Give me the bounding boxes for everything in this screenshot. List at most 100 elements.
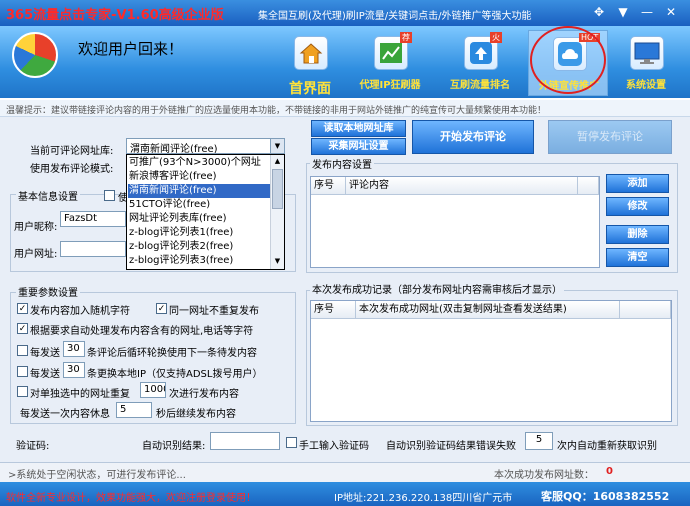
- captcha-fail-post: 次内自动重新获取识别: [557, 441, 657, 452]
- col-extra-header: [620, 301, 671, 319]
- welcome-text: 欢迎用户回来！: [78, 40, 184, 58]
- pause-publish-button[interactable]: 暂停发布评论: [548, 120, 672, 154]
- col-index-header: 序号: [311, 177, 346, 195]
- move-icon[interactable]: ✥: [590, 4, 608, 20]
- app-slogan: 集全国互刷(及代理)刷IP流量/关键词点击/外链推广等强大功能: [258, 11, 532, 22]
- rotate-count-input[interactable]: 30: [63, 341, 85, 357]
- nav-badge: 火: [490, 32, 502, 43]
- scroll-up-icon[interactable]: ▲: [272, 156, 283, 167]
- read-local-library-button[interactable]: 读取本地网址库: [311, 120, 406, 137]
- site-library-dropdown: 可推广(93个N>3000)个网址 新浪博客评论(free) 渭南新闻评论(fr…: [126, 154, 285, 270]
- dropdown-item-selected[interactable]: 渭南新闻评论(free): [128, 184, 273, 198]
- col-index-header: 序号: [311, 301, 356, 319]
- logo-pie-icon: [12, 32, 58, 78]
- add-button[interactable]: 添加: [606, 174, 669, 193]
- change-ip-post: 条更换本地IP（仅支持ADSL拨号用户）: [87, 369, 263, 380]
- nav-badge: 荐: [400, 32, 412, 43]
- rotate-content-pre: 每发送: [30, 348, 60, 359]
- col-url-header: 本次发布成功网址(双击复制网址查看发送结果): [356, 301, 620, 319]
- mode-label: 使用发布评论模式:: [30, 164, 114, 175]
- close-icon[interactable]: ✕: [662, 4, 680, 20]
- nav-label: 互刷流量排名: [450, 80, 510, 91]
- footer-slogan: 软件全新专业设计，效果功能强大，欢迎注册登录使用！: [6, 493, 256, 504]
- start-publish-button[interactable]: 开始发布评论: [412, 120, 534, 154]
- random-chars-checkbox[interactable]: ✓: [17, 303, 28, 314]
- dropdown-item[interactable]: 可推广(93个N>3000)个网址: [128, 156, 273, 170]
- dropdown-item[interactable]: 网址评论列表库(free): [128, 212, 273, 226]
- col-content-header: 评论内容: [346, 177, 578, 195]
- nav-system-settings[interactable]: 系统设置: [606, 30, 686, 96]
- rotate-content-checkbox[interactable]: [17, 345, 28, 356]
- app-title: 365流量点击专家-V1.60高级企业版: [6, 8, 224, 23]
- change-ip-count-input[interactable]: 30: [63, 362, 85, 378]
- content-settings-title: 发布内容设置: [310, 156, 374, 171]
- success-count-label: 本次成功发布网址数：: [494, 470, 594, 481]
- status-text: >系统处于空闲状态，可进行发布评论...: [8, 470, 186, 481]
- col-extra-header: [578, 177, 599, 195]
- current-site-label: 当前可评论网址库:: [30, 146, 114, 157]
- site-library-value: 渭南新闻评论(free): [130, 144, 218, 154]
- basic-info-title: 基本信息设置: [16, 188, 80, 203]
- dropdown-item[interactable]: z-blog评论列表3(free): [128, 254, 273, 268]
- success-count-value: 0: [606, 466, 613, 477]
- manual-captcha-checkbox[interactable]: [286, 437, 297, 448]
- url-label: 用户网址:: [14, 249, 58, 260]
- dropdown-item[interactable]: 51CTO评论(free): [128, 198, 273, 212]
- nickname-input[interactable]: FazsDt: [60, 211, 126, 227]
- footer-qq: 客服QQ：1608382552: [541, 490, 670, 503]
- dropdown-item[interactable]: z-blog评论列表1(free): [128, 226, 273, 240]
- auto-process-label: 根据要求自动处理发布内容含有的网址,电话等字符: [30, 326, 254, 337]
- nav-home[interactable]: 首界面: [270, 30, 350, 97]
- scroll-thumb[interactable]: [272, 169, 283, 209]
- nav-label: 系统设置: [626, 80, 666, 91]
- clear-button[interactable]: 清空: [606, 248, 669, 267]
- random-chars-label: 发布内容加入随机字符: [30, 306, 130, 317]
- captcha-label: 验证码:: [16, 441, 50, 452]
- dropdown-item[interactable]: z-blog评论列表2(free): [128, 240, 273, 254]
- notice-text: 温馨提示：建议带链接评论内容的用于外链推广的应选量使用本功能，不带链接的非用于网…: [6, 106, 547, 116]
- success-record-title: 本次发布成功记录（部分发布网址内容需审核后才显示）: [310, 281, 564, 296]
- collect-url-settings-button[interactable]: 采集网址设置: [311, 138, 406, 155]
- repeat-selected-checkbox[interactable]: [17, 386, 28, 397]
- auto-recognize-label: 自动识别结果:: [142, 441, 206, 452]
- menu-down-icon[interactable]: ▼: [614, 4, 632, 20]
- rest-seconds-input[interactable]: 5: [116, 402, 152, 418]
- change-ip-checkbox[interactable]: [17, 366, 28, 377]
- no-repeat-checkbox[interactable]: ✓: [156, 303, 167, 314]
- nickname-label: 用户昵称:: [14, 222, 58, 233]
- repeat-count-input[interactable]: 1000: [140, 382, 166, 398]
- captcha-fail-count-input[interactable]: 5: [525, 432, 553, 450]
- rest-post: 秒后继续发布内容: [156, 409, 236, 420]
- monitor-icon: [630, 36, 664, 70]
- highlight-circle: [530, 26, 606, 94]
- rest-pre: 每发送一次内容休息: [20, 409, 110, 420]
- params-title: 重要参数设置: [16, 284, 80, 299]
- nav-mutual-traffic[interactable]: 火 互刷流量排名: [440, 30, 520, 96]
- content-table[interactable]: 序号 评论内容: [310, 176, 600, 268]
- edit-button[interactable]: 修改: [606, 197, 669, 216]
- url-input[interactable]: [60, 241, 126, 257]
- dropdown-item[interactable]: 新浪博客评论(free): [128, 170, 273, 184]
- manual-captcha-label: 手工输入验证码: [299, 441, 369, 452]
- delete-button[interactable]: 删除: [606, 225, 669, 244]
- auto-process-checkbox[interactable]: ✓: [17, 323, 28, 334]
- scroll-down-icon[interactable]: ▼: [272, 256, 283, 267]
- house-icon: [294, 36, 328, 70]
- site-library-select[interactable]: 渭南新闻评论(free) ▼: [126, 138, 285, 154]
- rotate-content-post: 条评论后循环轮换使用下一条待发内容: [87, 348, 257, 359]
- captcha-fail-pre: 自动识别验证码结果错误失败: [386, 441, 516, 452]
- dropdown-scrollbar[interactable]: ▲ ▼: [270, 155, 284, 269]
- auto-recognize-result: [210, 432, 280, 450]
- nav-label: 代理IP狂刷器: [359, 80, 421, 91]
- success-table[interactable]: 序号 本次发布成功网址(双击复制网址查看发送结果): [310, 300, 672, 422]
- minimize-icon[interactable]: —: [638, 4, 656, 20]
- repeat-selected-pre: 对单独选中的网址重复: [30, 389, 130, 400]
- nav-label: 首界面: [289, 81, 331, 97]
- footer-ip: IP地址:221.236.220.138四川省广元市: [334, 493, 513, 504]
- change-ip-pre: 每发送: [30, 369, 60, 380]
- nav-proxy-ip[interactable]: 荐 代理IP狂刷器: [350, 30, 430, 96]
- no-repeat-label: 同一网址不重复发布: [169, 306, 259, 317]
- basic-checkbox[interactable]: [104, 190, 115, 201]
- chevron-down-icon[interactable]: ▼: [270, 139, 284, 153]
- repeat-selected-post: 次进行发布内容: [169, 389, 239, 400]
